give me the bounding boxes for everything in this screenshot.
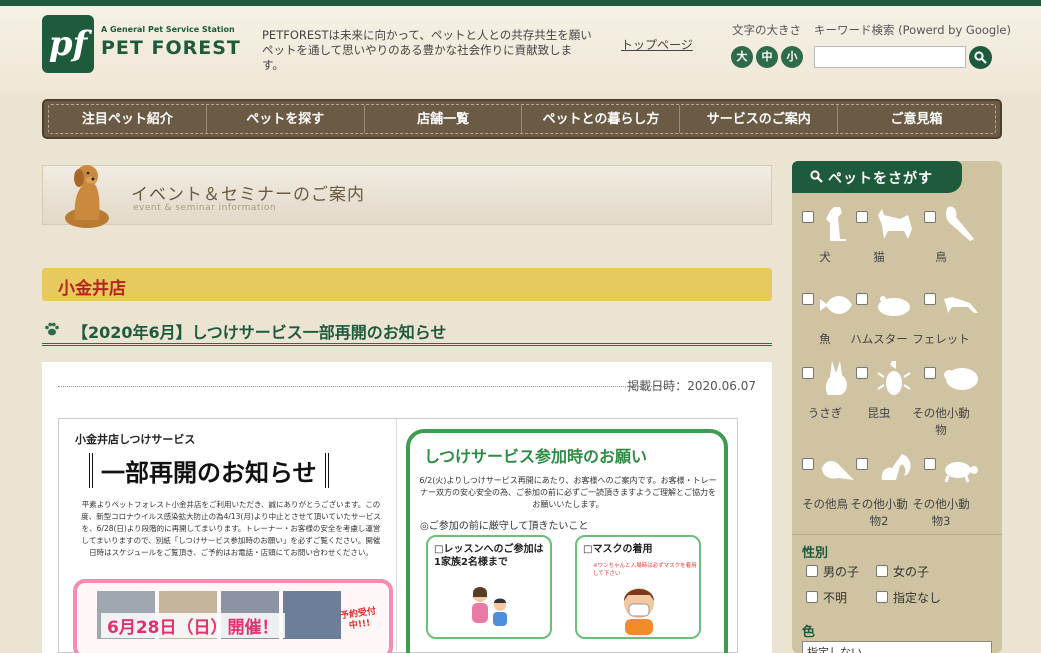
pet-bird-checkbox[interactable]: [924, 211, 936, 223]
flyer-right-panel: しつけサービス参加時のお願い 6/2(火)よりしつけサービス再開にあたり、お客様…: [398, 419, 739, 653]
flyer-service-name: 小金井店しつけサービス: [75, 433, 196, 446]
pet-search-heading: ペットをさがす: [792, 161, 962, 193]
flyer-card-mask: □マスクの着用 ※ワンちゃんと入場時は必ずマスクを着用して下さい: [575, 535, 701, 639]
logo-icon[interactable]: pf: [42, 15, 94, 73]
mask-illustration: [624, 588, 654, 635]
gender-label: 性別: [802, 546, 829, 561]
logo-name[interactable]: PET FOREST: [101, 37, 241, 59]
nav-feedback[interactable]: ご意見箱: [838, 105, 995, 133]
pet-other-bird-checkbox[interactable]: [802, 458, 814, 470]
search-input[interactable]: [814, 46, 966, 68]
dog-illustration: [65, 165, 109, 228]
pet-rabbit-checkbox[interactable]: [802, 367, 814, 379]
nav-find-pets[interactable]: ペットを探す: [207, 105, 365, 133]
nav-services[interactable]: サービスのご案内: [680, 105, 839, 133]
store-name: 小金井店: [58, 279, 126, 299]
logo-subtitle: A General Pet Service Station: [101, 25, 235, 34]
beetle-icon: [877, 361, 911, 395]
pet-small-animal-2-checkbox[interactable]: [856, 458, 868, 470]
post-content: 掲載日時：2020.06.07 小金井店しつけサービス 一部再開のお知らせ 平素…: [42, 362, 772, 653]
flyer-image[interactable]: 小金井店しつけサービス 一部再開のお知らせ 平素よりペットフォレスト小金井店をご…: [58, 418, 738, 653]
search-icon: [974, 51, 987, 64]
post-date: 掲載日時：2020.06.07: [627, 379, 756, 393]
pet-insect-checkbox[interactable]: [856, 367, 868, 379]
event-banner: イベント＆セミナーのご案内 event & seminar informatio…: [42, 165, 772, 228]
flyer-card-mask-note: ※ワンちゃんと入場時は必ずマスクを着用して下さい: [593, 563, 697, 577]
pet-option-cat[interactable]: 猫: [850, 203, 916, 275]
pet-option-ferret[interactable]: フェレット: [912, 285, 982, 357]
top-page-link[interactable]: トップページ: [621, 36, 693, 53]
flyer-request-body: 6/2(火)よりしつけサービス再開にあたり、お客様へのご案内です。お客様・トレー…: [419, 476, 717, 509]
search-button[interactable]: [969, 46, 992, 69]
flyer-card-mask-title: □マスクの着用: [583, 544, 653, 555]
hamster-icon: [878, 296, 910, 316]
date-divider: [58, 386, 670, 387]
nav-store-list[interactable]: 店舗一覧: [365, 105, 523, 133]
flyer-photo-box: 6月28日（日）開催！ 予約受付中!!!: [73, 579, 393, 653]
pet-search-sidebar: ペットをさがす 犬 猫 鳥 魚 ハムスター フェレット うさぎ 昆虫 その他小動…: [792, 161, 1002, 653]
flyer-left-panel: 小金井店しつけサービス 一部再開のお知らせ 平素よりペットフォレスト小金井店をご…: [59, 419, 397, 653]
post-heading: 【2020年6月】しつけサービス一部再開のお知らせ: [42, 316, 772, 346]
pet-option-insect[interactable]: 昆虫: [850, 359, 916, 431]
pet-option-small-animal-3[interactable]: その他小動物3: [912, 450, 982, 528]
font-size-label: 文字の大きさ: [732, 23, 801, 37]
flyer-body-text: 平素よりペットフォレスト小金井店をご利用いただき、誠にありがとうございます。この…: [81, 500, 381, 557]
flyer-request-title: しつけサービス参加時のお願い: [424, 447, 648, 466]
gender-male-checkbox[interactable]: [806, 565, 818, 577]
pet-option-small-animal[interactable]: その他小動物: [912, 359, 982, 437]
paw-icon: [45, 322, 59, 336]
font-size-medium-button[interactable]: 中: [756, 46, 778, 68]
flyer-open-date: 6月28日（日）開催！: [101, 613, 285, 638]
pet-small-animal-checkbox[interactable]: [924, 367, 936, 379]
pet-hamster-checkbox[interactable]: [856, 293, 868, 305]
ferret-icon: [944, 297, 978, 313]
font-size-small-button[interactable]: 小: [781, 46, 803, 68]
flyer-card-family-title: □レッスンへのご参加は1家族2名様まで: [434, 544, 544, 568]
color-label: 色: [802, 625, 816, 640]
flyer-card-family: □レッスンへのご参加は1家族2名様まで: [426, 535, 552, 639]
pet-option-bird[interactable]: 鳥: [916, 203, 982, 275]
bird-icon: [945, 206, 974, 241]
sidebar-divider: [792, 534, 1002, 535]
family-illustration: [472, 587, 507, 626]
store-heading-bar: 小金井店: [42, 268, 772, 301]
color-select[interactable]: 指定しない: [802, 641, 992, 653]
cat-icon: [878, 209, 912, 239]
pet-option-small-animal-2[interactable]: その他小動物2: [850, 450, 916, 528]
font-size-large-button[interactable]: 大: [731, 46, 753, 68]
flyer-reserve-badge: 予約受付中!!!: [339, 606, 377, 632]
global-nav: 注目ペット紹介 ペットを探す 店舗一覧 ペットとの暮らし方 サービスのご案内 ご…: [42, 99, 1002, 139]
post-title: 【2020年6月】しつけサービス一部再開のお知らせ: [72, 323, 447, 342]
nav-featured-pets[interactable]: 注目ペット紹介: [49, 105, 207, 133]
small-animal-icon: [944, 368, 978, 390]
search-label: キーワード検索 (Powerd by Google): [814, 23, 1011, 37]
turtle-icon: [944, 462, 978, 483]
flyer-photo: [283, 591, 341, 639]
pet-dog-checkbox[interactable]: [802, 211, 814, 223]
gender-any-checkbox[interactable]: [876, 591, 888, 603]
pet-cat-checkbox[interactable]: [856, 211, 868, 223]
event-banner-title: イベント＆セミナーのご案内: [131, 185, 365, 205]
pet-small-animal-3-checkbox[interactable]: [924, 458, 936, 470]
nav-living-with-pets[interactable]: ペットとの暮らし方: [522, 105, 681, 133]
pet-ferret-checkbox[interactable]: [924, 293, 936, 305]
event-banner-subtitle: event & seminar information: [133, 203, 277, 213]
site-header: pf A General Pet Service Station PET FOR…: [0, 6, 1041, 94]
search-icon: [810, 170, 823, 183]
pet-option-hamster[interactable]: ハムスター: [850, 285, 916, 357]
flyer-headline: 一部再開のお知らせ: [89, 453, 329, 488]
squirrel-icon: [881, 454, 911, 480]
flyer-rule-heading: ◎ご参加の前に厳守して頂きたいこと: [420, 521, 589, 532]
gender-unknown-checkbox[interactable]: [806, 591, 818, 603]
pet-fish-checkbox[interactable]: [802, 293, 814, 305]
site-tagline: PETFORESTは未来に向かって、ペットと人との共存共生を願いペットを通して思…: [262, 28, 592, 72]
gender-female-checkbox[interactable]: [876, 565, 888, 577]
